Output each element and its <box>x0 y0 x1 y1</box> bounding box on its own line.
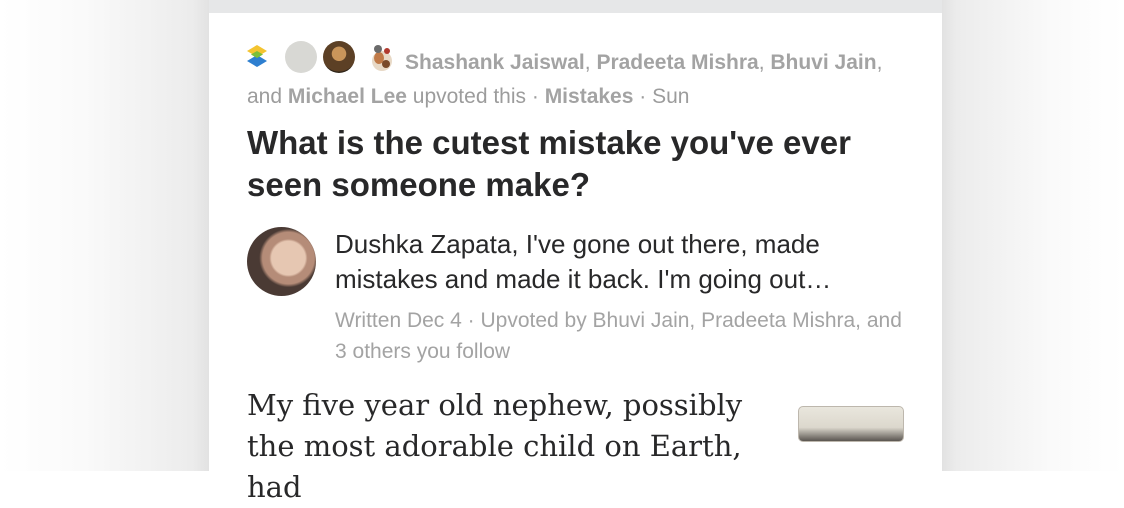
activity-action: upvoted this · <box>406 85 545 109</box>
upvoter-name[interactable]: Pradeeta Mishra <box>596 51 758 74</box>
activity-line: Shashank Jaiswal, Pradeeta Mishra, Bhuvi… <box>247 41 887 114</box>
right-margin <box>942 0 1124 471</box>
avatar-icon[interactable] <box>365 40 399 74</box>
activity-time: · Sun <box>633 85 690 109</box>
space-logo-icon[interactable] <box>241 41 273 73</box>
separator: , <box>584 51 597 74</box>
space-link[interactable]: Mistakes <box>545 85 634 108</box>
answer-preview[interactable]: My five year old nephew, possibly the mo… <box>247 385 777 508</box>
upvoter-name[interactable]: Bhuvi Jain <box>770 51 876 74</box>
feed-story-card[interactable]: Shashank Jaiswal, Pradeeta Mishra, Bhuvi… <box>209 13 942 504</box>
author-avatar[interactable] <box>247 227 316 296</box>
upvoter-name[interactable]: Shashank Jaiswal <box>405 51 585 74</box>
avatar-icon[interactable] <box>285 41 317 74</box>
author-credential[interactable]: Dushka Zapata, I've gone out there, made… <box>335 227 905 297</box>
feed-divider <box>209 0 942 13</box>
answer-thumbnail[interactable] <box>798 406 904 442</box>
avatar-icon[interactable] <box>323 41 355 74</box>
answer-meta: Written Dec 4 · Upvoted by Bhuvi Jain, P… <box>335 309 902 363</box>
separator: , <box>758 51 771 74</box>
upvoter-name[interactable]: Michael Lee <box>288 85 407 108</box>
question-title[interactable]: What is the cutest mistake you've ever s… <box>247 122 887 206</box>
left-margin <box>0 0 209 471</box>
